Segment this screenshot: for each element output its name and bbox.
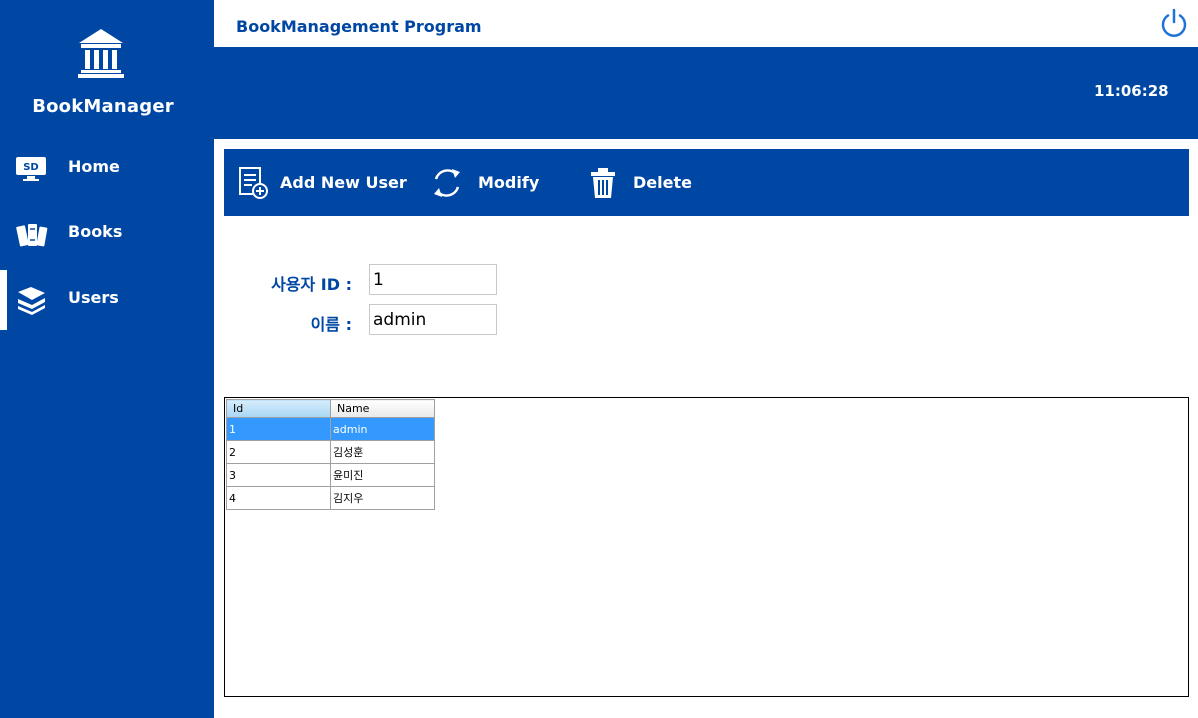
delete-label: Delete <box>633 173 692 192</box>
cell-name[interactable]: 김지우 <box>330 486 435 510</box>
user-id-label: 사용자 ID : <box>271 275 352 294</box>
table-row[interactable]: 4 김지우 <box>226 486 435 510</box>
user-name-input[interactable] <box>369 304 497 335</box>
add-new-user-button[interactable]: Add New User <box>234 149 407 216</box>
cell-id[interactable]: 2 <box>226 440 331 464</box>
sidebar-item-label: Users <box>68 288 119 307</box>
users-book-stack-icon <box>18 287 45 315</box>
title-bar: BookManagement Program <box>214 0 1198 47</box>
clock: 11:06:28 <box>1094 82 1169 100</box>
active-indicator <box>0 270 7 330</box>
sidebar-item-label: Books <box>68 222 123 241</box>
sidebar-item-users[interactable]: Users <box>0 270 214 330</box>
svg-text:SD: SD <box>23 162 39 173</box>
refresh-icon <box>434 169 460 197</box>
cell-name[interactable]: 윤미진 <box>330 463 435 487</box>
sidebar-item-label: Home <box>68 157 120 176</box>
add-new-user-label: Add New User <box>280 173 407 192</box>
modify-button[interactable]: Modify <box>430 149 550 216</box>
power-icon[interactable] <box>1159 8 1189 38</box>
bank-building-icon <box>78 29 124 78</box>
column-header-id[interactable]: Id <box>226 399 331 418</box>
toolbar: Add New User Modify Delete <box>224 149 1189 216</box>
modify-label: Modify <box>478 173 540 192</box>
add-document-icon <box>239 167 268 199</box>
home-monitor-icon: SD <box>16 157 46 181</box>
table-row[interactable]: 2 김성훈 <box>226 440 435 464</box>
user-name-label: 이름 : <box>310 315 352 334</box>
sidebar-item-home[interactable]: SD Home <box>0 139 214 199</box>
cell-id[interactable]: 1 <box>226 417 331 441</box>
column-header-name[interactable]: Name <box>330 399 435 418</box>
users-table: Id Name 1 admin 2 김성훈 3 윤미진 4 김지우 <box>226 399 435 510</box>
table-header-row: Id Name <box>226 399 435 418</box>
table-row[interactable]: 3 윤미진 <box>226 463 435 487</box>
header-banner: 11:06:28 <box>214 47 1198 139</box>
cell-id[interactable]: 3 <box>226 463 331 487</box>
sidebar: BookManager SD Home Books Users <box>0 0 214 718</box>
user-id-input[interactable] <box>369 264 497 295</box>
app-title: BookManagement Program <box>236 17 482 36</box>
app-logo-text: BookManager <box>32 96 174 117</box>
delete-button[interactable]: Delete <box>586 149 706 216</box>
cell-id[interactable]: 4 <box>226 486 331 510</box>
table-row[interactable]: 1 admin <box>226 417 435 441</box>
users-grid: Id Name 1 admin 2 김성훈 3 윤미진 4 김지우 <box>224 397 1189 697</box>
trash-icon <box>591 168 615 198</box>
books-icon <box>16 224 48 247</box>
cell-name[interactable]: admin <box>330 417 435 441</box>
sidebar-item-books[interactable]: Books <box>0 204 214 264</box>
cell-name[interactable]: 김성훈 <box>330 440 435 464</box>
